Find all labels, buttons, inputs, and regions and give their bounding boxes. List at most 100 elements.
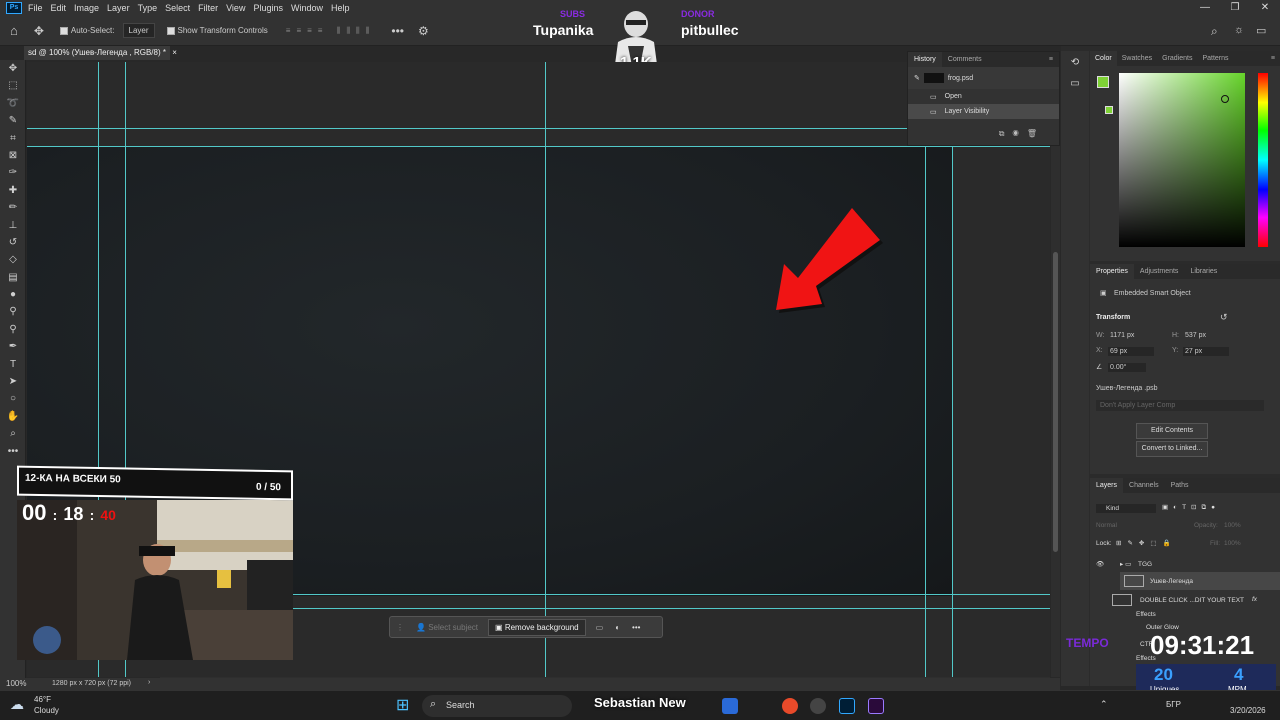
fill-field[interactable]: 100%	[1224, 540, 1241, 547]
menu-file[interactable]: File	[28, 3, 43, 13]
eyedropper-icon[interactable]: ✑	[0, 164, 26, 181]
zoom-level[interactable]: 100%	[6, 679, 26, 688]
history-panel-icon[interactable]: ⟲	[1061, 57, 1089, 68]
select-subject-button[interactable]: 👤 Select subject	[410, 623, 484, 632]
move-icon[interactable]: ✥	[0, 60, 26, 77]
panel-menu-icon[interactable]: ≡	[1266, 55, 1280, 62]
weather-temp[interactable]: 46°F	[34, 695, 51, 704]
menu-layer[interactable]: Layer	[107, 3, 130, 13]
lasso-icon[interactable]: ➰	[0, 95, 26, 112]
show-transform-checkbox[interactable]: Show Transform Controls	[166, 26, 268, 35]
photoshop-taskbar-icon[interactable]	[839, 698, 855, 714]
camera-icon[interactable]: ◉	[1013, 129, 1027, 138]
kind-filter[interactable]: Kind	[1096, 504, 1156, 513]
quick-select-icon[interactable]: ✎	[0, 112, 26, 129]
menu-plugins[interactable]: Plugins	[253, 3, 283, 13]
menu-type[interactable]: Type	[138, 3, 158, 13]
tab-swatches[interactable]: Swatches	[1117, 55, 1157, 62]
menu-select[interactable]: Select	[165, 3, 190, 13]
history-snapshot[interactable]: ✎ frog.psd	[908, 67, 1059, 89]
angle-field[interactable]: 0.00°	[1108, 363, 1146, 372]
menu-edit[interactable]: Edit	[51, 3, 67, 13]
picker-cursor[interactable]	[1221, 95, 1229, 103]
weather-desc[interactable]: Cloudy	[34, 706, 59, 715]
search-icon[interactable]: ⌕	[1211, 24, 1218, 39]
tray-chevron-icon[interactable]: ⌃	[1100, 699, 1108, 710]
document-tab[interactable]: sd @ 100% (Ушев-Легенда , RGB/8) * ×	[24, 46, 177, 60]
eye-icon[interactable]: 👁	[1096, 560, 1104, 568]
vertical-scrollbar[interactable]	[1051, 62, 1060, 677]
zoom-icon[interactable]: ⌕	[0, 425, 26, 442]
history-step[interactable]: ▭ Open	[908, 89, 1059, 104]
menu-filter[interactable]: Filter	[198, 3, 218, 13]
more-tools-icon[interactable]: •••	[0, 443, 26, 460]
hue-slider[interactable]	[1258, 73, 1268, 247]
more-icon[interactable]: •••	[626, 623, 646, 632]
close-button[interactable]: ✕	[1250, 0, 1280, 16]
marquee-icon[interactable]: ⬚	[0, 77, 26, 94]
y-field[interactable]: 27 px	[1183, 347, 1229, 356]
background-color-swatch[interactable]	[1105, 106, 1113, 114]
frame-icon[interactable]: ⊠	[0, 147, 26, 164]
move-tool-icon[interactable]: ✥	[34, 24, 44, 38]
taskbar-search[interactable]: ⌕ Search	[422, 695, 572, 717]
remove-background-button[interactable]: ▣ Remove background	[488, 618, 586, 636]
layer-name-selected[interactable]: Ушев-Легенда	[1150, 578, 1193, 585]
convert-to-linked-button[interactable]: Convert to Linked...	[1136, 441, 1208, 457]
gradient-icon[interactable]: ▤	[0, 269, 26, 286]
drag-handle[interactable]: ⋮	[390, 623, 410, 632]
tab-paths[interactable]: Paths	[1165, 482, 1195, 489]
tab-history[interactable]: History	[908, 52, 942, 67]
menu-view[interactable]: View	[226, 3, 245, 13]
history-brush-icon[interactable]: ↺	[0, 234, 26, 251]
x-field[interactable]: 69 px	[1108, 347, 1154, 356]
player-icon[interactable]	[810, 698, 826, 714]
tab-libraries[interactable]: Libraries	[1184, 268, 1223, 275]
windows-start-icon[interactable]: ⊞	[396, 695, 409, 715]
layer-row-selected[interactable]	[1120, 572, 1280, 590]
premiere-taskbar-icon[interactable]	[868, 698, 884, 714]
app-icon[interactable]	[722, 698, 738, 714]
stamp-icon[interactable]: ⊥	[0, 217, 26, 234]
chrome-icon[interactable]	[782, 698, 798, 714]
filter-icons[interactable]: ▣◐T⊡⧉●	[1162, 503, 1220, 512]
history-step-active[interactable]: ▭ Layer Visibility	[908, 104, 1059, 119]
eraser-icon[interactable]: ◇	[0, 251, 26, 268]
workspace-icon[interactable]: ▭	[1256, 24, 1266, 37]
layer-comp-dropdown[interactable]: Don't Apply Layer Comp	[1096, 400, 1264, 411]
edit-contents-button[interactable]: Edit Contents	[1136, 423, 1208, 439]
lock-icons[interactable]: ⊞✎✥⬚🔒	[1116, 539, 1177, 547]
panel-menu-icon[interactable]: ≡	[1043, 56, 1059, 63]
close-tab-icon[interactable]: ×	[172, 48, 177, 57]
align-icons[interactable]: ≡≡≡≡ ⫼⫼⫼⫼	[286, 26, 376, 36]
menu-window[interactable]: Window	[291, 3, 323, 13]
width-field[interactable]: 1171 px	[1110, 332, 1134, 339]
dodge-icon[interactable]: ⚲	[0, 303, 26, 320]
tab-color[interactable]: Color	[1090, 51, 1117, 66]
menu-image[interactable]: Image	[74, 3, 99, 13]
reset-icon[interactable]: ↺	[1220, 312, 1228, 323]
new-doc-icon[interactable]: ⧉	[999, 129, 1013, 138]
ellipse-icon[interactable]: ○	[0, 390, 26, 407]
tab-patterns[interactable]: Patterns	[1197, 55, 1233, 62]
tab-layers[interactable]: Layers	[1090, 478, 1124, 493]
trash-icon[interactable]: 🗑	[1027, 129, 1045, 138]
gear-icon[interactable]: ⚙	[418, 24, 429, 38]
dodge2-icon[interactable]: ⚲	[0, 321, 26, 338]
more-options-icon[interactable]: •••	[391, 24, 404, 38]
system-date[interactable]: 3/20/2026	[1230, 706, 1266, 715]
tab-channels[interactable]: Channels	[1123, 482, 1165, 489]
pen-icon[interactable]: ✒	[0, 338, 26, 355]
menu-help[interactable]: Help	[331, 3, 350, 13]
tab-comments[interactable]: Comments	[942, 56, 988, 63]
bulb-icon[interactable]: ☼	[1234, 24, 1244, 36]
tab-properties[interactable]: Properties	[1090, 264, 1134, 279]
foreground-color-swatch[interactable]	[1097, 76, 1109, 88]
fx-icon[interactable]: fx	[1252, 596, 1257, 603]
brush-icon[interactable]: ✏	[0, 199, 26, 216]
home-icon[interactable]: ⌂	[10, 23, 18, 38]
healing-icon[interactable]: ✚	[0, 182, 26, 199]
text-layer-name[interactable]: DOUBLE CLICK ...DIT YOUR TEXT	[1140, 597, 1244, 604]
language-indicator[interactable]: БГР	[1166, 700, 1181, 709]
maximize-button[interactable]: ❐	[1220, 0, 1250, 16]
